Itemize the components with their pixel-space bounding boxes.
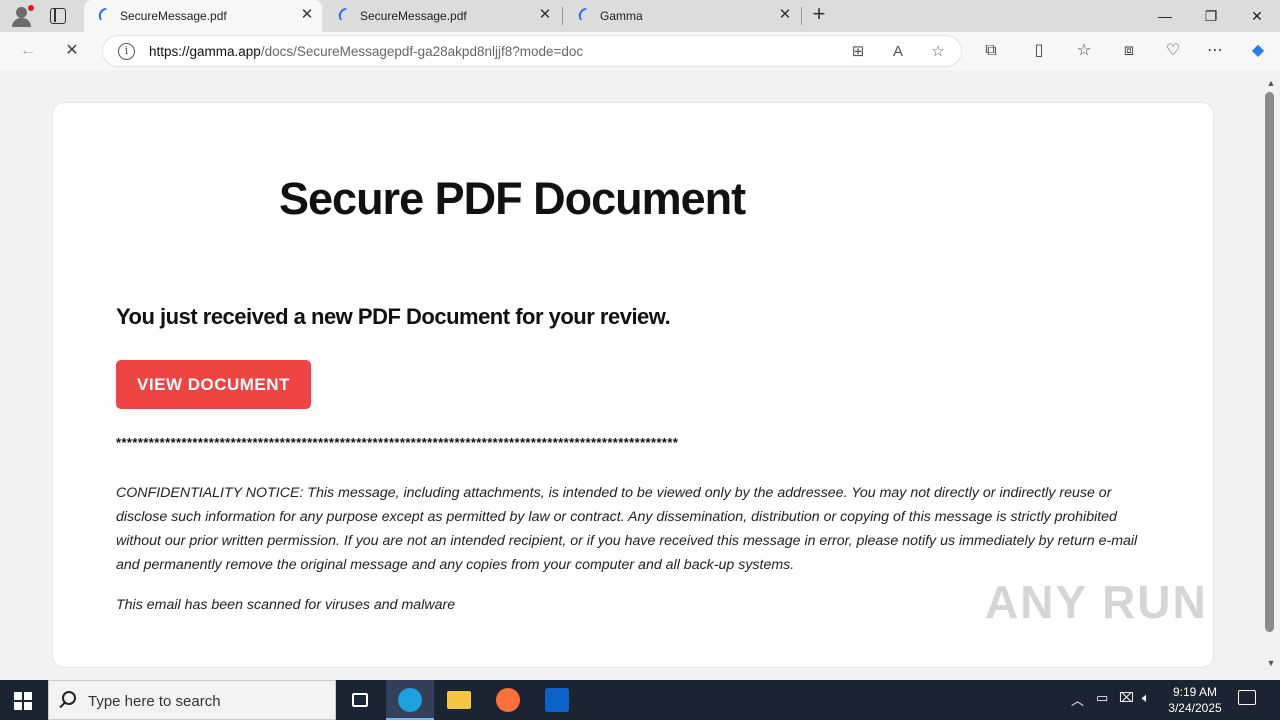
view-document-button[interactable]: VIEW DOCUMENT [116, 360, 311, 409]
extensions-icon[interactable]: ⧉ [980, 40, 1002, 62]
scroll-up-icon[interactable]: ▲ [1266, 78, 1276, 88]
close-tab-icon[interactable]: ✕ [300, 7, 314, 22]
profile-icon[interactable] [8, 5, 36, 27]
restore-icon[interactable]: ❐ [1188, 0, 1234, 32]
url-text[interactable]: https://gamma.app/docs/SecureMessagepdf-… [149, 44, 583, 59]
url-path: /docs/SecureMessagepdf-ga28akpd8nljjf8?m… [260, 44, 584, 59]
browser-essentials-icon[interactable]: ♡ [1162, 40, 1184, 62]
task-view-icon[interactable] [336, 680, 384, 720]
close-window-icon[interactable]: ✕ [1234, 0, 1280, 32]
favorites-icon[interactable]: ☆ [1073, 40, 1095, 62]
separator-stars: ****************************************… [116, 435, 679, 450]
stop-loading-icon[interactable]: ✕ [61, 40, 83, 62]
taskbar: Type here to search ︿ ▭ ⌧ 🔈︎ 9:19 AM 3/2… [0, 680, 1280, 720]
read-aloud-icon[interactable]: A [887, 41, 909, 63]
clock-date: 3/24/2025 [1168, 701, 1222, 715]
page-title: Secure PDF Document [279, 173, 746, 224]
page-viewport: Secure PDF Document You just received a … [0, 70, 1262, 680]
settings-more-icon[interactable]: ⋯ [1204, 40, 1226, 62]
close-tab-icon[interactable]: ✕ [538, 7, 552, 22]
tab-divider [562, 7, 563, 25]
scroll-thumb[interactable] [1265, 92, 1274, 632]
tab-actions-icon[interactable] [50, 8, 66, 24]
anyrun-watermark: ANY RUN [985, 576, 1208, 628]
network-icon[interactable]: ⌧ [1119, 690, 1134, 706]
tab-securemessage-2[interactable]: SecureMessage.pdf ✕ [324, 0, 560, 32]
minimize-icon[interactable]: — [1142, 0, 1188, 32]
new-tab-icon[interactable]: + [808, 3, 830, 26]
app-available-icon[interactable]: ⊞ [847, 41, 869, 63]
show-hidden-icons-icon[interactable]: ︿ [1071, 690, 1084, 709]
volume-icon[interactable]: 🔈︎ [1142, 690, 1150, 706]
tab-securemessage-1[interactable]: SecureMessage.pdf ✕ [84, 0, 322, 32]
taskbar-firefox-icon[interactable] [484, 680, 532, 720]
vertical-scrollbar[interactable]: ▲ ▼ [1262, 70, 1280, 680]
search-icon [62, 691, 76, 705]
split-screen-icon[interactable]: ▯ [1028, 40, 1050, 62]
favorite-star-icon[interactable]: ☆ [927, 41, 949, 63]
search-placeholder: Type here to search [88, 693, 221, 710]
confidentiality-notice: CONFIDENTIALITY NOTICE: This message, in… [116, 485, 1138, 573]
scroll-down-icon[interactable]: ▼ [1266, 658, 1276, 668]
windows-start-icon[interactable] [14, 692, 32, 710]
taskbar-outlook-icon[interactable] [533, 680, 581, 720]
scan-notice: This email has been scanned for viruses … [116, 597, 456, 613]
address-bar[interactable]: i https://gamma.app/docs/SecureMessagepd… [102, 35, 962, 67]
site-info-icon[interactable]: i [118, 43, 135, 60]
close-tab-icon[interactable]: ✕ [778, 7, 792, 22]
clock-time: 9:19 AM [1172, 685, 1218, 699]
browser-toolbar: ← ✕ i https://gamma.app/docs/SecureMessa… [0, 32, 1280, 70]
url-host: https://gamma.app [149, 44, 261, 59]
taskbar-search-box[interactable]: Type here to search [48, 680, 336, 720]
tab-label: SecureMessage.pdf [360, 9, 467, 23]
copilot-icon[interactable]: ◆ [1247, 40, 1269, 62]
back-icon[interactable]: ← [17, 40, 39, 62]
loading-favicon-icon [576, 9, 586, 22]
taskbar-edge-icon[interactable] [386, 680, 434, 720]
tab-gamma[interactable]: Gamma ✕ [564, 0, 800, 32]
tab-bar: SecureMessage.pdf ✕ SecureMessage.pdf ✕ … [0, 0, 1280, 32]
system-clock[interactable]: 9:19 AM 3/24/2025 [1160, 684, 1230, 716]
tab-divider [801, 7, 802, 25]
page-subtitle: You just received a new PDF Document for… [116, 304, 671, 329]
tab-label: SecureMessage.pdf [120, 9, 227, 23]
notifications-icon[interactable] [1238, 690, 1256, 705]
collections-icon[interactable]: ⧈ [1118, 40, 1140, 62]
loading-favicon-icon [336, 9, 346, 22]
taskbar-file-explorer-icon[interactable] [435, 680, 483, 720]
device-icon[interactable]: ▭ [1096, 690, 1108, 706]
tab-label: Gamma [600, 9, 643, 23]
loading-favicon-icon [96, 9, 106, 22]
